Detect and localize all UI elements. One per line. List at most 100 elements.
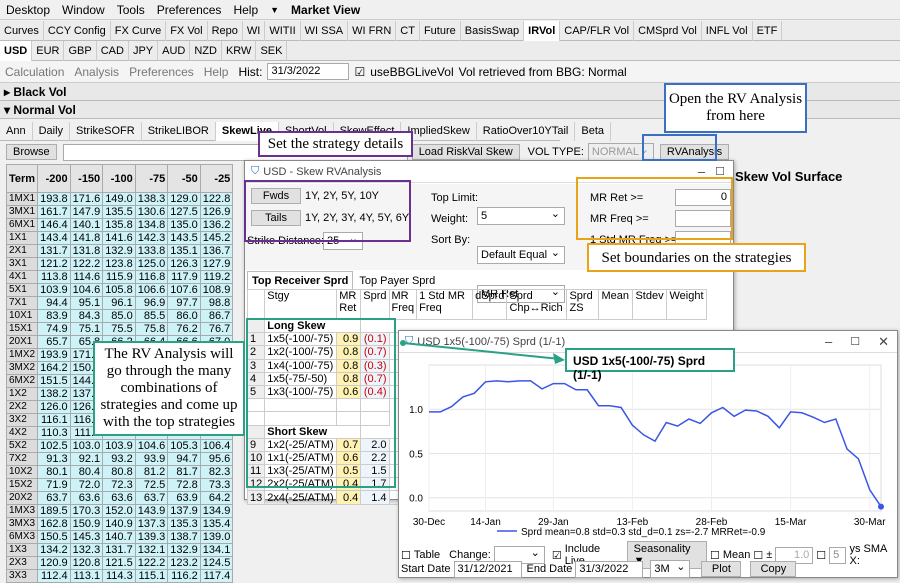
grid-cell[interactable]: 131.7	[102, 543, 136, 557]
grid-cell[interactable]: 86.7	[199, 309, 234, 323]
grid-cell[interactable]: 135.8	[102, 218, 136, 232]
grid-cell[interactable]: 123.8	[102, 257, 136, 271]
chart-maximize-icon[interactable]: ☐	[850, 335, 860, 348]
grid-cell[interactable]: 83.9	[37, 309, 71, 323]
grid-cell[interactable]: 124.5	[199, 556, 234, 570]
grid-cell[interactable]: 134.2	[37, 543, 71, 557]
grid-cell[interactable]: 143.4	[37, 231, 71, 245]
grid-cell[interactable]: 103.9	[37, 283, 71, 297]
grid-cell[interactable]: 114.3	[102, 569, 136, 583]
browse-button[interactable]: Browse	[6, 144, 57, 160]
grid-cell[interactable]: 80.8	[102, 465, 136, 479]
grid-cell[interactable]: 134.8	[134, 218, 169, 232]
grid-cell[interactable]: 63.9	[167, 491, 201, 505]
grid-cell[interactable]: 120.9	[37, 556, 71, 570]
grid-cell[interactable]: 116.1	[37, 413, 71, 427]
grid-cell[interactable]: 63.6	[69, 491, 104, 505]
grid-cell[interactable]: 106.6	[134, 283, 169, 297]
grid-cell[interactable]: 115.9	[102, 270, 136, 284]
grid-cell[interactable]: 139.3	[134, 530, 169, 544]
grid-cell[interactable]: 131.7	[37, 244, 71, 258]
tab-daily[interactable]: Daily	[33, 121, 71, 141]
grid-cell[interactable]: 76.2	[167, 322, 201, 336]
grid-cell[interactable]: 113.1	[69, 569, 104, 583]
strategy-name[interactable]: 2x4(-25/ATM)	[264, 490, 338, 505]
grid-cell[interactable]: 139.0	[199, 530, 234, 544]
grid-cell[interactable]: 65.7	[37, 335, 71, 349]
grid-cell[interactable]: 63.7	[134, 491, 169, 505]
grid-cell[interactable]: 95.6	[199, 452, 234, 466]
tab-fx-vol[interactable]: FX Vol	[166, 20, 208, 41]
grid-cell[interactable]: 112.4	[37, 569, 71, 583]
grid-cell[interactable]: 75.8	[134, 322, 169, 336]
grid-cell[interactable]: 135.5	[102, 205, 136, 219]
grid-cell[interactable]: 95.1	[69, 296, 104, 310]
tab-cad[interactable]: CAD	[97, 40, 129, 61]
grid-cell[interactable]: 135.4	[199, 517, 234, 531]
grid-cell[interactable]: 103.0	[69, 439, 104, 453]
tab-nzd[interactable]: NZD	[190, 40, 222, 61]
tab-irvol[interactable]: IRVol	[524, 20, 561, 41]
grid-cell[interactable]: 147.9	[69, 205, 104, 219]
grid-cell[interactable]: 120.8	[69, 556, 104, 570]
tab-usd[interactable]: USD	[0, 40, 33, 61]
toolbar-preferences[interactable]: Preferences	[124, 65, 199, 79]
grid-cell[interactable]: 126.0	[37, 400, 71, 414]
plot-button[interactable]: Plot	[701, 561, 742, 577]
tab-curves[interactable]: Curves	[0, 20, 44, 41]
menu-item-preferences[interactable]: Preferences	[151, 0, 228, 20]
grid-cell[interactable]: 107.6	[167, 283, 201, 297]
grid-cell[interactable]: 72.8	[167, 478, 201, 492]
grid-cell[interactable]: 81.2	[134, 465, 169, 479]
grid-cell[interactable]: 132.9	[167, 543, 201, 557]
tab-ratioover10ytail[interactable]: RatioOver10YTail	[477, 121, 576, 141]
tab-cmsprd-vol[interactable]: CMSprd Vol	[634, 20, 702, 41]
grid-cell[interactable]: 104.6	[69, 283, 104, 297]
grid-cell[interactable]: 75.5	[102, 322, 136, 336]
grid-cell[interactable]: 138.2	[37, 387, 71, 401]
grid-cell[interactable]: 94.4	[37, 296, 71, 310]
grid-cell[interactable]: 85.5	[134, 309, 169, 323]
grid-cell[interactable]: 74.9	[37, 322, 71, 336]
grid-cell[interactable]: 122.2	[69, 257, 104, 271]
tab-cap-flr-vol[interactable]: CAP/FLR Vol	[560, 20, 635, 41]
grid-cell[interactable]: 72.3	[102, 478, 136, 492]
grid-cell[interactable]: 117.4	[199, 569, 234, 583]
live-vol-checkbox[interactable]: ☑	[349, 65, 370, 79]
grid-cell[interactable]: 142.3	[134, 231, 169, 245]
sma-checkbox[interactable]: ☐	[816, 549, 826, 562]
tab-jpy[interactable]: JPY	[129, 40, 159, 61]
grid-cell[interactable]: 96.9	[134, 296, 169, 310]
grid-cell[interactable]: 132.1	[134, 543, 169, 557]
menu-item-desktop[interactable]: Desktop	[0, 0, 56, 20]
grid-cell[interactable]: 72.0	[69, 478, 104, 492]
grid-cell[interactable]: 80.4	[69, 465, 104, 479]
grid-cell[interactable]: 92.1	[69, 452, 104, 466]
grid-cell[interactable]: 126.3	[167, 257, 201, 271]
grid-cell[interactable]: 114.6	[69, 270, 104, 284]
tab-repo[interactable]: Repo	[208, 20, 243, 41]
tab-wi-frn[interactable]: WI FRN	[348, 20, 397, 41]
grid-cell[interactable]: 164.2	[37, 361, 71, 375]
menu-item-help[interactable]: Help	[227, 0, 264, 20]
tab-top-payer[interactable]: Top Payer Sprd	[353, 272, 441, 290]
grid-cell[interactable]: 71.9	[37, 478, 71, 492]
menu-dropdown-icon[interactable]: ▼	[264, 0, 285, 20]
grid-cell[interactable]: 143.5	[167, 231, 201, 245]
grid-cell[interactable]: 162.8	[37, 517, 71, 531]
load-riskval-skew-button[interactable]: Load RiskVal Skew	[411, 144, 520, 160]
tab-beta[interactable]: Beta	[575, 121, 612, 141]
grid-cell[interactable]: 64.2	[199, 491, 234, 505]
tab-basisswap[interactable]: BasisSwap	[461, 20, 525, 41]
grid-cell[interactable]: 193.8	[37, 192, 71, 206]
grid-cell[interactable]: 136.2	[199, 218, 234, 232]
grid-cell[interactable]: 151.5	[37, 374, 71, 388]
grid-cell[interactable]: 170.3	[69, 504, 104, 518]
menu-item-window[interactable]: Window	[56, 0, 111, 20]
tab-aud[interactable]: AUD	[158, 40, 191, 61]
grid-cell[interactable]: 93.2	[102, 452, 136, 466]
grid-cell[interactable]: 113.8	[37, 270, 71, 284]
tab-strikesofr[interactable]: StrikeSOFR	[70, 121, 142, 141]
weight-select[interactable]: Default Equal	[477, 245, 565, 264]
sma-input[interactable]: 5	[829, 546, 847, 564]
